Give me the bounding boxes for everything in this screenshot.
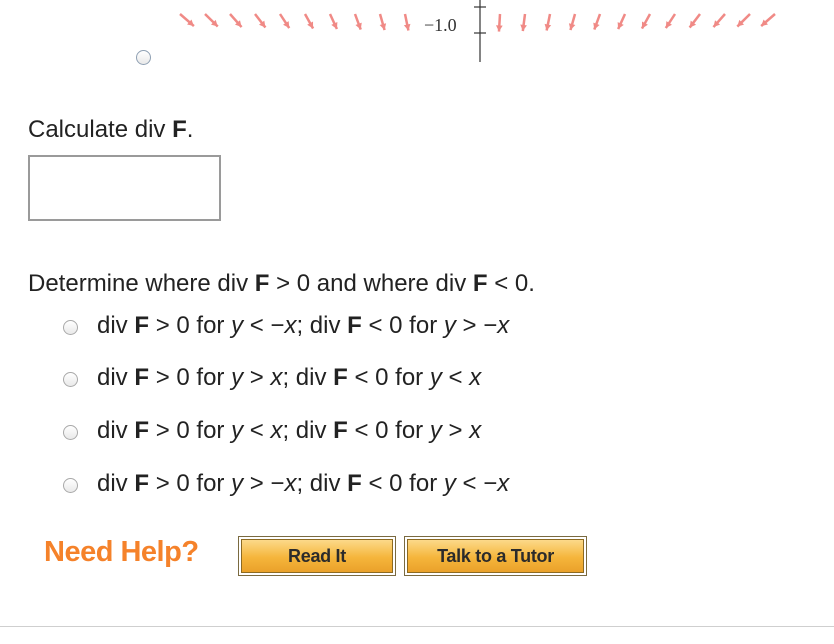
talk-to-tutor-button[interactable]: Talk to a Tutor	[407, 539, 584, 573]
talk-to-tutor-button-frame: Talk to a Tutor	[404, 536, 587, 576]
div-answer-field[interactable]	[28, 155, 221, 221]
choice-4-label: div F > 0 for y > −x; div F < 0 for y < …	[97, 470, 510, 497]
choice-4-radio[interactable]	[63, 478, 78, 493]
determine-prompt: Determine where div F > 0 and where div …	[28, 270, 535, 297]
read-it-button[interactable]: Read It	[241, 539, 393, 573]
choice-1[interactable]: div F > 0 for y < −x; div F < 0 for y > …	[0, 308, 834, 348]
calculate-prompt: Calculate div F.	[28, 116, 194, 143]
field-arrows	[179, 13, 776, 32]
field-arrow-head	[495, 25, 503, 32]
choice-2-label: div F > 0 for y > x; div F < 0 for y < x	[97, 364, 482, 391]
vector-field-plot: −1.0	[179, 0, 776, 62]
choice-3[interactable]: div F > 0 for y < x; div F < 0 for y > x	[0, 413, 834, 453]
figure-option-radio[interactable]	[136, 50, 151, 65]
divider	[0, 626, 834, 627]
axis-tick-label: −1.0	[424, 15, 457, 35]
need-help-label: Need Help?	[44, 536, 199, 568]
choice-2[interactable]: div F > 0 for y > x; div F < 0 for y < x	[0, 360, 834, 400]
read-it-button-frame: Read It	[238, 536, 396, 576]
choice-3-label: div F > 0 for y < x; div F < 0 for y > x	[97, 417, 482, 444]
choice-1-radio[interactable]	[63, 320, 78, 335]
choice-1-label: div F > 0 for y < −x; div F < 0 for y > …	[97, 312, 510, 339]
choice-3-radio[interactable]	[63, 425, 78, 440]
y-axis	[474, 0, 486, 62]
choice-4[interactable]: div F > 0 for y > −x; div F < 0 for y < …	[0, 466, 834, 506]
choice-2-radio[interactable]	[63, 372, 78, 387]
